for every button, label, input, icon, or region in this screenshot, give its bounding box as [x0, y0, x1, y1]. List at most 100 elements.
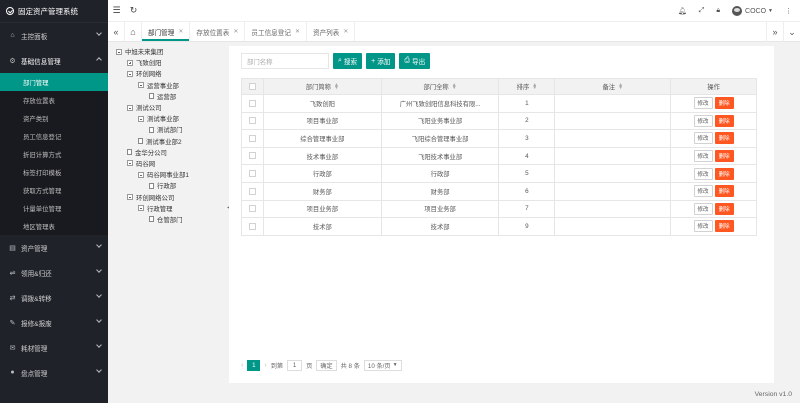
row-checkbox[interactable] — [248, 222, 256, 230]
sidebar-item-3[interactable]: ⇌ 领用&归还 — [0, 260, 108, 285]
delete-button[interactable]: 删除 — [714, 97, 734, 110]
delete-button[interactable]: 删除 — [714, 202, 734, 215]
collapse-icon[interactable] — [138, 171, 144, 178]
search-input[interactable]: 部门名称 — [241, 53, 329, 69]
tree-node[interactable]: 飞致创阳 — [116, 57, 232, 68]
row-checkbox[interactable] — [248, 152, 256, 160]
sort-icon[interactable]: ▲ ▼ — [532, 83, 537, 91]
collapse-icon[interactable] — [138, 82, 144, 89]
collapse-icon[interactable] — [138, 205, 144, 212]
prev-page-icon[interactable]: ‹ — [241, 362, 243, 369]
tree-node[interactable]: 测试事业部2 — [116, 136, 232, 147]
search-button[interactable]: ⌕ 搜索 — [333, 53, 363, 69]
edit-button[interactable]: 修改 — [693, 202, 713, 215]
table-row[interactable]: 项目业务部 项目业务部 7 修改 删除 — [241, 199, 757, 219]
collapse-icon[interactable] — [127, 194, 133, 201]
tree-node[interactable]: 码谷网 — [116, 158, 232, 169]
edit-button[interactable]: 修改 — [693, 167, 713, 180]
tree-node[interactable]: 行政部 — [116, 180, 232, 191]
sidebar-item-2[interactable]: ▤ 资产管理 — [0, 235, 108, 260]
tree-node[interactable]: 环创网络公司 — [116, 191, 232, 202]
edit-button[interactable]: 修改 — [693, 97, 713, 110]
edit-button[interactable]: 修改 — [693, 150, 713, 163]
edit-button[interactable]: 修改 — [693, 132, 713, 145]
sidebar-item-7[interactable]: ● 盘点管理 — [0, 360, 108, 385]
tree-node[interactable]: 测试部门 — [116, 124, 232, 135]
sidebar-subitem-6[interactable]: 获取方式管理 — [0, 181, 108, 199]
row-checkbox[interactable] — [248, 99, 256, 107]
goto-page-input[interactable]: 1 — [287, 359, 303, 371]
row-checkbox[interactable] — [248, 117, 256, 125]
table-row[interactable]: 行政部 行政部 5 修改 删除 — [241, 164, 757, 183]
tree-node[interactable]: 码谷网事业部1 — [116, 169, 232, 180]
delete-button[interactable]: 删除 — [714, 114, 734, 127]
page-1[interactable]: 1 — [247, 359, 261, 371]
row-checkbox[interactable] — [248, 187, 256, 195]
select-all-checkbox[interactable] — [248, 82, 256, 90]
delete-button[interactable]: 删除 — [714, 167, 734, 180]
close-icon[interactable]: ✕ — [343, 28, 348, 35]
tree-node[interactable]: 行政管理 — [116, 203, 232, 214]
export-button[interactable]: ⎙ 导出 — [399, 53, 431, 69]
header-remark[interactable]: 备注 ▲ ▼ — [554, 78, 672, 95]
next-page-icon[interactable]: › — [264, 362, 266, 369]
tabs-menu-chevron-down-icon[interactable]: ⌄ — [783, 22, 800, 42]
table-row[interactable]: 财务部 财务部 6 修改 删除 — [241, 181, 757, 201]
tree-node[interactable]: 中旭未来集团 — [116, 46, 232, 57]
tree-node[interactable]: 测试公司 — [116, 102, 232, 113]
sidebar-subitem-8[interactable]: 地区管理表 — [0, 217, 108, 235]
tree-node[interactable]: 环创网络 — [116, 68, 232, 79]
tab-2[interactable]: 员工信息登记 ✕ — [245, 22, 307, 41]
refresh-icon[interactable]: ↻ — [125, 0, 142, 22]
fullscreen-icon[interactable]: ⤢ — [699, 7, 705, 15]
delete-button[interactable]: 删除 — [714, 150, 734, 163]
sidebar-subitem-5[interactable]: 标签打印模板 — [0, 163, 108, 181]
table-row[interactable]: 飞致创阳 广州飞致创阳信息科技有限... 1 修改 删除 — [241, 94, 757, 113]
header-order[interactable]: 排序 ▲ ▼ — [498, 78, 556, 95]
close-icon[interactable]: ✕ — [233, 28, 238, 35]
collapse-icon[interactable] — [127, 70, 133, 77]
sort-icon[interactable]: ▲ ▼ — [618, 83, 623, 91]
sort-icon[interactable]: ▲ ▼ — [452, 83, 457, 91]
lock-icon[interactable]: 🔒︎ — [716, 7, 720, 15]
menu-toggle-icon[interactable]: ☰ — [108, 0, 125, 22]
sidebar-item-6[interactable]: ✉ 耗材管理 — [0, 335, 108, 360]
tree-node[interactable]: 仓管部门 — [116, 214, 232, 225]
tabs-scroll-left-icon[interactable]: « — [108, 22, 125, 41]
sidebar-subitem-3[interactable]: 员工信息登记 — [0, 127, 108, 145]
table-row[interactable]: 项目事业部 飞阳业务事业部 2 修改 删除 — [241, 111, 757, 131]
home-tab-icon[interactable]: ⌂ — [125, 22, 142, 41]
sidebar-subitem-4[interactable]: 折旧计算方式 — [0, 145, 108, 163]
tree-node[interactable]: 金华分公司 — [116, 147, 232, 158]
tree-node[interactable]: 运营事业部 — [116, 80, 232, 91]
edit-button[interactable]: 修改 — [693, 185, 713, 198]
sidebar-subitem-1[interactable]: 存放位置表 — [0, 91, 108, 109]
row-checkbox[interactable] — [248, 170, 256, 178]
edit-button[interactable]: 修改 — [693, 220, 713, 233]
tabs-scroll-right-icon[interactable]: » — [766, 22, 783, 42]
user-menu[interactable]: COCO ▼ — [732, 6, 773, 16]
tree-node[interactable]: 测试事业部 — [116, 113, 232, 124]
collapse-icon[interactable] — [127, 160, 133, 167]
goto-confirm-button[interactable]: 确定 — [316, 359, 337, 371]
sidebar-item-5[interactable]: ✎ 报修&报废 — [0, 310, 108, 335]
sidebar-item-4[interactable]: ⇄ 调拨&转移 — [0, 285, 108, 310]
delete-button[interactable]: 删除 — [714, 185, 734, 198]
tree-node[interactable]: 运营部 — [116, 91, 232, 102]
app-logo[interactable]: 固定资产管理系统 — [0, 0, 108, 23]
collapse-icon[interactable] — [116, 48, 122, 55]
table-row[interactable]: 技术部 技术部 9 修改 删除 — [241, 217, 757, 236]
edit-button[interactable]: 修改 — [693, 114, 713, 127]
row-checkbox[interactable] — [248, 205, 256, 213]
delete-button[interactable]: 删除 — [714, 220, 734, 233]
close-icon[interactable]: ✕ — [178, 28, 183, 35]
sidebar-subitem-7[interactable]: 计量单位管理 — [0, 199, 108, 217]
collapse-icon[interactable] — [138, 115, 144, 122]
delete-button[interactable]: 删除 — [714, 132, 734, 145]
sidebar-item-0[interactable]: ⌂ 主控面板 — [0, 23, 108, 48]
sidebar-item-1[interactable]: ⚙ 基础信息管理 — [0, 48, 108, 73]
sort-icon[interactable]: ▲ ▼ — [334, 83, 339, 91]
table-row[interactable]: 技术事业部 飞阳技术事业部 4 修改 删除 — [241, 146, 757, 166]
sidebar-subitem-0[interactable]: 部门管理 — [0, 73, 108, 91]
expand-icon[interactable] — [127, 59, 133, 66]
